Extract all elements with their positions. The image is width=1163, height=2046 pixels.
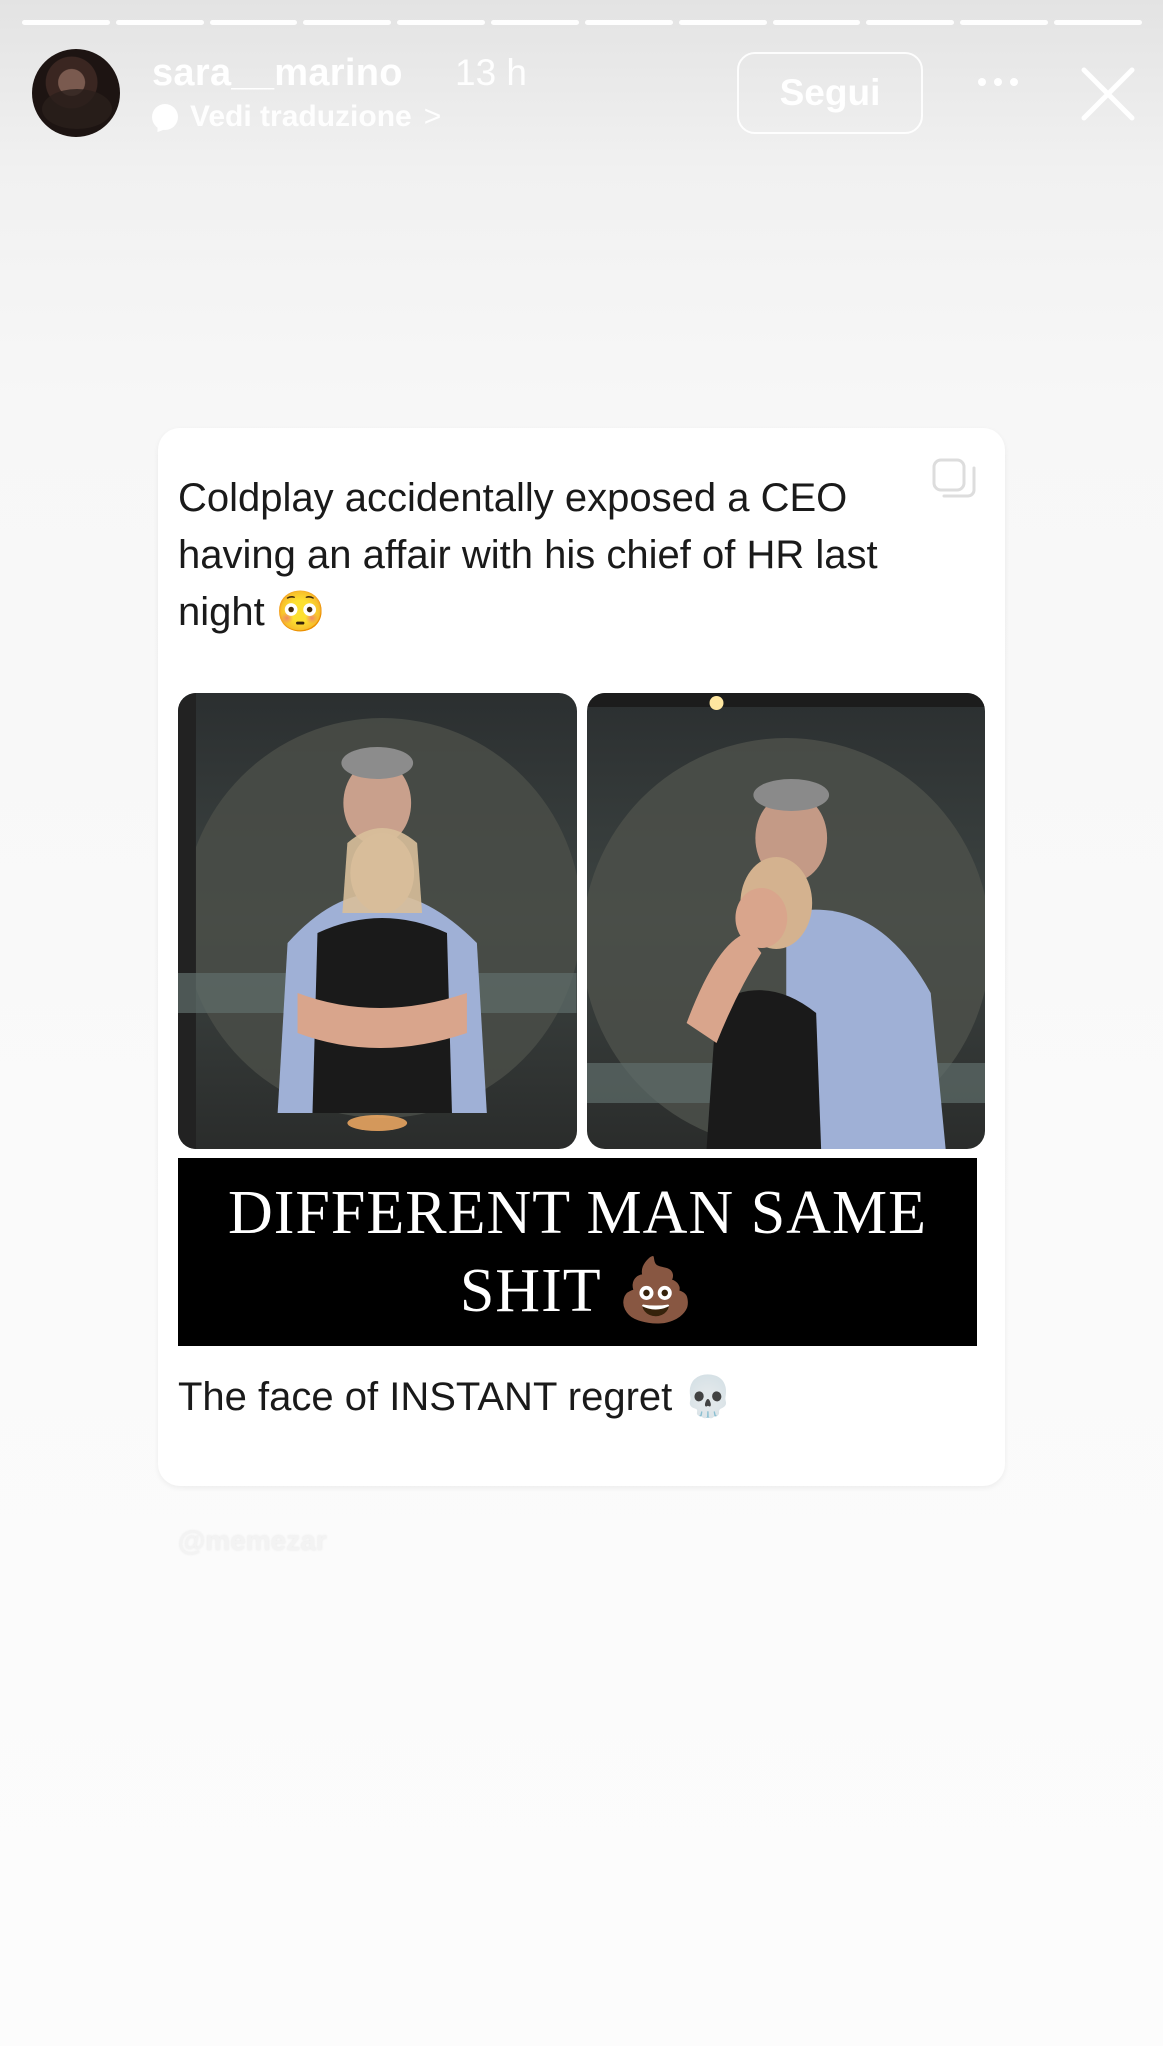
photo-grid [178, 693, 985, 1149]
chevron-right-icon: > [423, 100, 442, 133]
tweet-text: Coldplay accidentally exposed a CEO havi… [178, 476, 878, 634]
avatar[interactable] [32, 49, 120, 137]
close-icon[interactable] [1080, 66, 1136, 122]
concert-photo-right [586, 693, 985, 1149]
story-progress-segment [772, 20, 861, 25]
username[interactable]: sara__marino [152, 52, 403, 95]
caption-text: The face of INSTANT regret 💀 [178, 1375, 734, 1419]
story-progress-segment [584, 20, 673, 25]
translate-label: Vedi traduzione [190, 100, 412, 133]
watermark: @memezar [178, 1525, 327, 1556]
post-time: 13 h [455, 52, 528, 93]
story-progress-segment [115, 20, 204, 25]
story-progress-segment [209, 20, 298, 25]
story-progress-segment [22, 20, 110, 25]
chat-bubble-icon [152, 104, 178, 130]
story-progress-segment [397, 20, 486, 25]
story-progress-bar [22, 20, 1142, 26]
meme-text: DIFFERENT MAN SAME SHIT 💩 [228, 1179, 927, 1325]
meme-banner: DIFFERENT MAN SAME SHIT 💩 [178, 1158, 977, 1346]
story-progress-segment [866, 20, 955, 25]
story-progress-segment [303, 20, 392, 25]
more-horizontal-icon[interactable] [978, 78, 1018, 86]
story-progress-segment [960, 20, 1049, 25]
story-progress-segment [1054, 20, 1142, 25]
follow-button[interactable]: Segui [737, 52, 923, 134]
translate-link[interactable]: Vedi traduzione > [152, 100, 441, 134]
concert-photo-left [178, 693, 577, 1149]
story-progress-segment [678, 20, 767, 25]
story-progress-segment [491, 20, 579, 25]
